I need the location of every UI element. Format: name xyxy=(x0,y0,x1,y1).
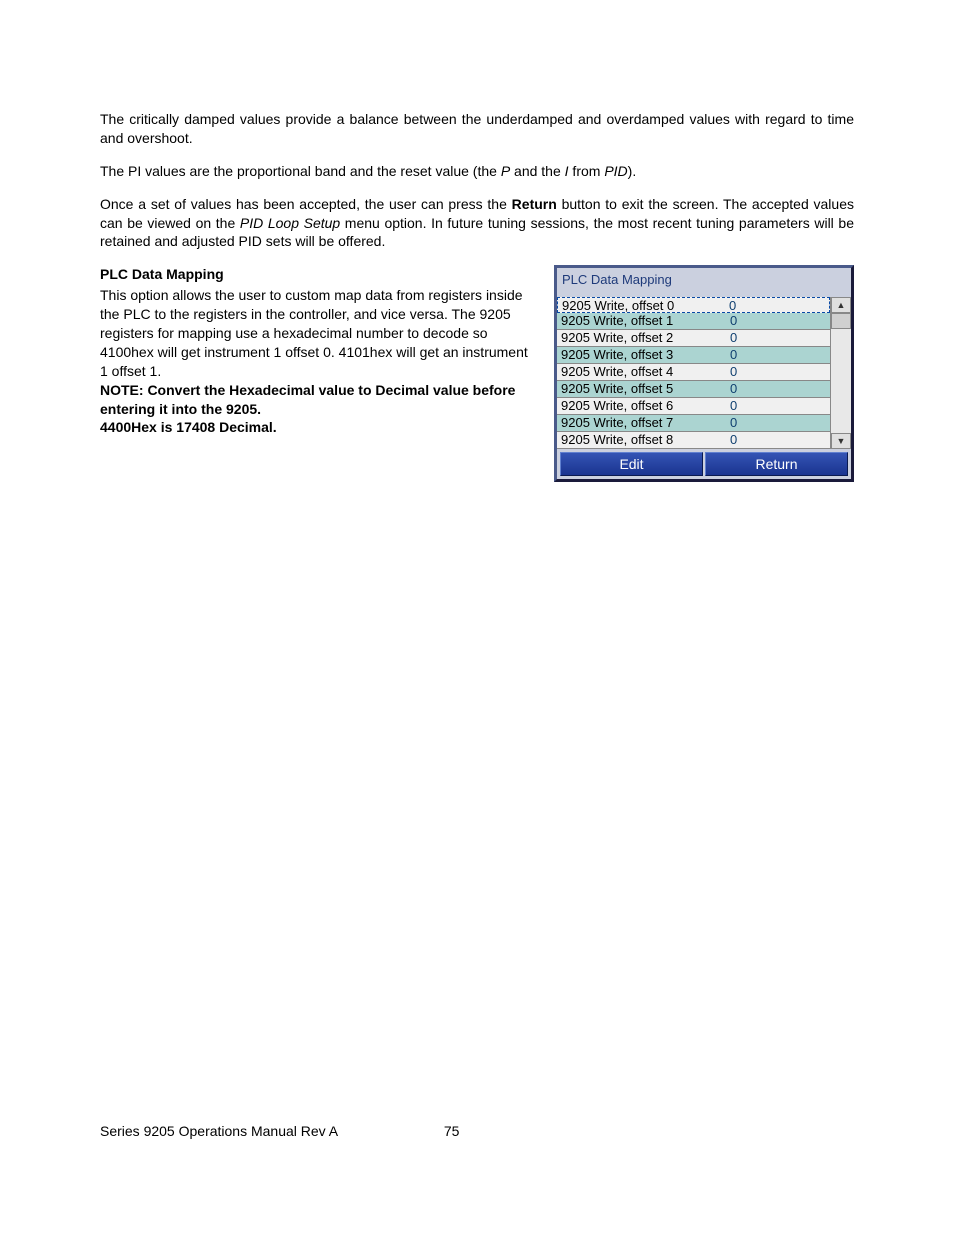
paragraph-critical-damped: The critically damped values provide a b… xyxy=(100,110,854,148)
heading-plc-data-mapping: PLC Data Mapping xyxy=(100,265,536,284)
row-label: 9205 Write, offset 2 xyxy=(557,330,718,346)
list-item[interactable]: 9205 Write, offset 1 0 xyxy=(557,313,830,330)
row-label: 9205 Write, offset 5 xyxy=(557,381,718,397)
list-item[interactable]: 9205 Write, offset 2 0 xyxy=(557,330,830,347)
text-bold-return: Return xyxy=(512,196,557,212)
list-item[interactable]: 9205 Write, offset 8 0 xyxy=(557,432,830,449)
text-italic-pid-loop-setup: PID Loop Setup xyxy=(240,215,340,231)
return-button[interactable]: Return xyxy=(705,452,848,476)
paragraph-pi-values: The PI values are the proportional band … xyxy=(100,162,854,181)
scroll-thumb[interactable] xyxy=(831,313,851,329)
text-italic-p: P xyxy=(501,163,510,179)
scroll-up-icon[interactable]: ▲ xyxy=(831,297,851,313)
list-item[interactable]: 9205 Write, offset 0 0 xyxy=(557,297,830,313)
row-label: 9205 Write, offset 7 xyxy=(557,415,718,431)
row-value: 0 xyxy=(718,432,830,448)
scrollbar[interactable]: ▲ ▼ xyxy=(830,297,851,449)
note-hex-to-decimal: NOTE: Convert the Hexadecimal value to D… xyxy=(100,381,536,419)
row-label: 9205 Write, offset 6 xyxy=(557,398,718,414)
note-4400hex: 4400Hex is 17408 Decimal. xyxy=(100,418,536,437)
row-label: 9205 Write, offset 0 xyxy=(558,298,717,312)
text-italic-pid: PID xyxy=(604,163,627,179)
register-list[interactable]: 9205 Write, offset 0 0 9205 Write, offse… xyxy=(557,297,830,449)
page-footer: Series 9205 Operations Manual Rev A 75 xyxy=(100,1123,854,1139)
panel-title: PLC Data Mapping xyxy=(557,268,851,297)
list-item[interactable]: 9205 Write, offset 7 0 xyxy=(557,415,830,432)
plc-data-mapping-panel: PLC Data Mapping 9205 Write, offset 0 0 … xyxy=(554,265,854,482)
footer-page-number: 75 xyxy=(444,1123,460,1139)
row-label: 9205 Write, offset 8 xyxy=(557,432,718,448)
scroll-track[interactable] xyxy=(831,313,851,433)
edit-button[interactable]: Edit xyxy=(560,452,703,476)
text: ). xyxy=(628,163,637,179)
row-value: 0 xyxy=(718,381,830,397)
row-label: 9205 Write, offset 1 xyxy=(557,313,718,329)
row-label: 9205 Write, offset 4 xyxy=(557,364,718,380)
list-item[interactable]: 9205 Write, offset 3 0 xyxy=(557,347,830,364)
row-value: 0 xyxy=(718,347,830,363)
paragraph-plc-mapping-body: This option allows the user to custom ma… xyxy=(100,286,536,380)
text: The PI values are the proportional band … xyxy=(100,163,501,179)
row-label: 9205 Write, offset 3 xyxy=(557,347,718,363)
text: Once a set of values has been accepted, … xyxy=(100,196,512,212)
scroll-down-icon[interactable]: ▼ xyxy=(831,433,851,449)
row-value: 0 xyxy=(718,364,830,380)
list-item[interactable]: 9205 Write, offset 6 0 xyxy=(557,398,830,415)
list-item[interactable]: 9205 Write, offset 5 0 xyxy=(557,381,830,398)
row-value: 0 xyxy=(718,313,830,329)
text: and the xyxy=(510,163,565,179)
text: from xyxy=(569,163,605,179)
row-value: 0 xyxy=(718,415,830,431)
paragraph-return-pid-loop: Once a set of values has been accepted, … xyxy=(100,195,854,252)
footer-manual-title: Series 9205 Operations Manual Rev A xyxy=(100,1123,440,1139)
row-value: 0 xyxy=(718,330,830,346)
row-value: 0 xyxy=(718,398,830,414)
list-item[interactable]: 9205 Write, offset 4 0 xyxy=(557,364,830,381)
row-value: 0 xyxy=(717,298,829,312)
